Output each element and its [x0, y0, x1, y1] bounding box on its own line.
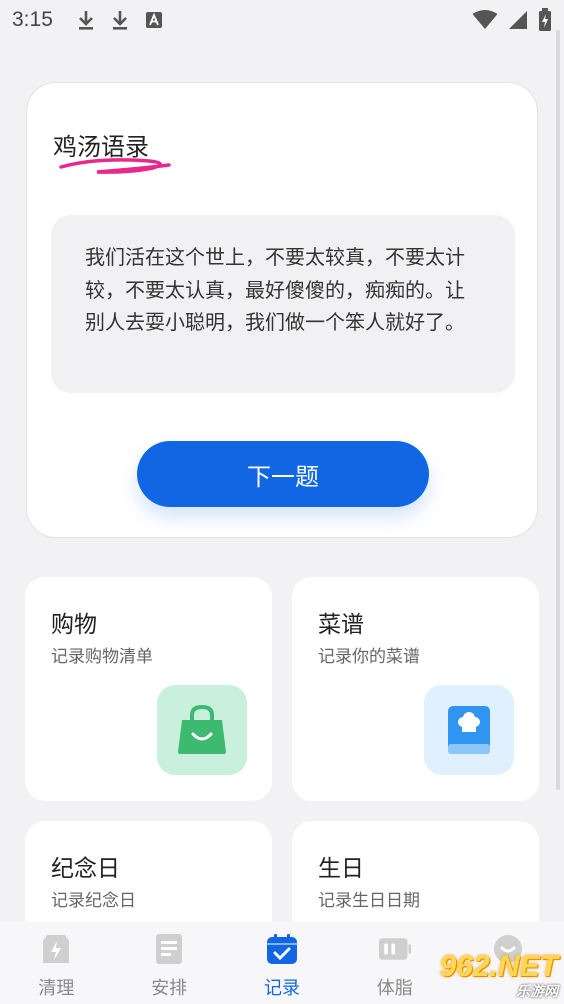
nav-label: 安排	[151, 978, 188, 999]
status-time: 3:15	[12, 8, 53, 31]
nav-label: 清理	[38, 978, 75, 999]
quote-text: 我们活在这个世上，不要太较真，不要太计较，不要太认真，最好傻傻的，痴痴的。让别人…	[85, 245, 465, 334]
watermark-number: 962.NET	[439, 950, 558, 983]
signal-icon	[508, 10, 528, 35]
recipe-book-icon	[424, 685, 514, 775]
download-icon	[75, 9, 97, 31]
feature-subtitle: 记录纪念日	[51, 891, 136, 911]
quote-text-box: 我们活在这个世上，不要太较真，不要太计较，不要太认真，最好傻傻的，痴痴的。让别人…	[51, 215, 515, 393]
site-watermark: 962.NET 乐游网	[439, 950, 558, 999]
nav-item-clean[interactable]: 清理	[0, 932, 112, 1000]
title-underline-decoration	[59, 158, 171, 174]
feature-title: 菜谱	[318, 612, 364, 638]
nav-label: 记录	[263, 978, 300, 999]
feature-title: 纪念日	[51, 856, 120, 882]
feature-subtitle: 记录生日日期	[318, 891, 420, 911]
schedule-icon	[152, 932, 186, 966]
watermark-text: 乐游网	[516, 983, 558, 999]
clean-icon	[39, 932, 73, 966]
nav-item-schedule[interactable]: 安排	[113, 932, 225, 1000]
quote-card: 鸡汤语录 我们活在这个世上，不要太较真，不要太计较，不要太认真，最好傻傻的，痴痴…	[26, 82, 538, 538]
battery-icon	[538, 8, 552, 37]
nav-item-body-fat[interactable]: 体脂	[339, 932, 451, 1000]
nav-label: 体脂	[376, 978, 413, 999]
shopping-card[interactable]: 购物 记录购物清单	[25, 577, 272, 801]
font-app-icon	[143, 9, 165, 31]
calendar-check-icon	[265, 932, 299, 966]
wifi-icon	[472, 10, 498, 35]
status-bar: 3:15	[0, 0, 564, 40]
shopping-bag-icon	[157, 685, 247, 775]
scrollbar[interactable]	[556, 30, 560, 790]
feature-subtitle: 记录购物清单	[51, 647, 153, 667]
feature-title: 生日	[318, 856, 364, 882]
download-icon	[109, 9, 131, 31]
feature-subtitle: 记录你的菜谱	[318, 647, 420, 667]
nav-item-record[interactable]: 记录	[226, 932, 338, 1000]
body-fat-icon	[378, 932, 412, 966]
recipe-card[interactable]: 菜谱 记录你的菜谱	[292, 577, 539, 801]
next-question-button[interactable]: 下一题	[137, 441, 429, 507]
feature-title: 购物	[51, 612, 97, 638]
